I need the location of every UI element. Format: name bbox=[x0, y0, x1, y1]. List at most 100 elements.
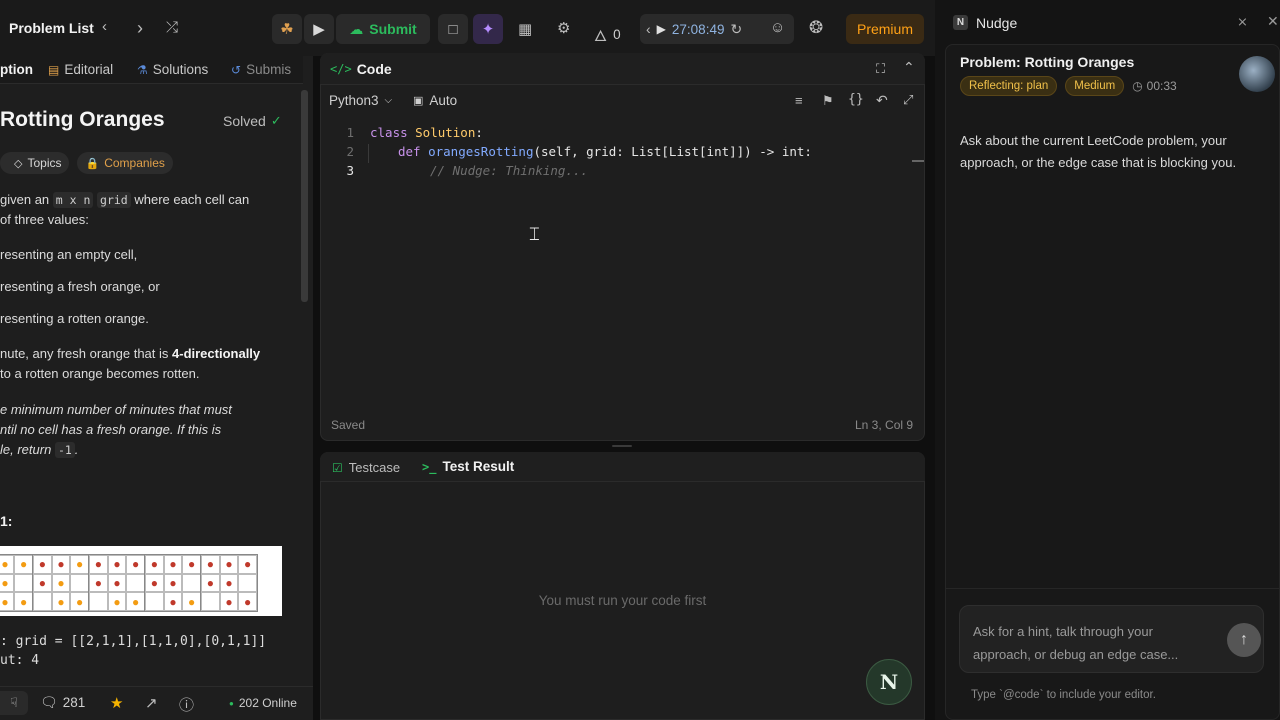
play-icon[interactable]: ▶ bbox=[657, 22, 666, 36]
function-name: orangesRotting bbox=[428, 144, 534, 159]
comment-count: 281 bbox=[62, 695, 86, 710]
expand-icon[interactable]: ⤢ bbox=[903, 92, 913, 108]
nudge-header: N Nudge ⨯ ✕ bbox=[945, 8, 1280, 40]
test-panel bbox=[320, 452, 925, 720]
code-line[interactable]: 2 def orangesRotting (self, grid: List[Li… bbox=[336, 144, 812, 163]
tab-test-result[interactable]: >_ Test Result bbox=[422, 459, 514, 474]
run-button[interactable]: ▶ bbox=[304, 14, 334, 44]
tag-icon: ◇ bbox=[14, 157, 23, 170]
pin-icon[interactable]: ⨯ bbox=[1237, 14, 1248, 30]
nudge-launcher-button[interactable]: N bbox=[866, 659, 912, 705]
tab-description[interactable]: ption bbox=[0, 62, 33, 77]
description-line: e minimum number of minutes that must bbox=[0, 402, 232, 417]
code-line[interactable]: 1 class Solution: bbox=[336, 125, 482, 144]
tab-submissions[interactable]: ↺ Submis bbox=[231, 62, 291, 77]
code-editor-panel bbox=[320, 53, 925, 441]
tab-testcase[interactable]: ☑ Testcase bbox=[332, 460, 400, 475]
premium-button[interactable]: Premium bbox=[846, 14, 924, 44]
dislike-button[interactable]: ☟ bbox=[0, 691, 28, 715]
chevron-up-icon[interactable]: ⌃ bbox=[903, 59, 915, 76]
code-icon: </> bbox=[330, 62, 352, 76]
problem-list-link[interactable]: Problem List bbox=[9, 20, 94, 36]
chevron-left-icon[interactable]: ‹ bbox=[102, 18, 107, 35]
braces-icon[interactable]: {} bbox=[848, 92, 864, 107]
tab-solutions[interactable]: ⚗ Solutions bbox=[137, 62, 208, 77]
save-status: Saved bbox=[331, 418, 366, 432]
avatar[interactable]: ❂ bbox=[809, 18, 823, 38]
class-name: Solution bbox=[415, 125, 476, 140]
rotten-orange-cell: ● bbox=[107, 573, 127, 593]
fresh-orange-cell: ● bbox=[0, 592, 15, 611]
language-select[interactable]: Python3 ⌵ bbox=[329, 93, 392, 108]
debug-button[interactable]: ☘ bbox=[272, 14, 302, 44]
tab-label: Testcase bbox=[348, 460, 401, 475]
bookmark-icon[interactable]: ⚑ bbox=[822, 93, 834, 109]
companies-chip[interactable]: 🔒 Companies bbox=[77, 152, 173, 174]
problem-title[interactable]: Rotting Oranges bbox=[0, 108, 165, 132]
submit-button[interactable]: ☁ Submit bbox=[336, 14, 430, 44]
empty-cell bbox=[89, 592, 108, 611]
code-line[interactable]: 3 // Nudge: Thinking... bbox=[336, 163, 588, 182]
star-icon[interactable]: ★ bbox=[110, 694, 123, 712]
premium-label: Premium bbox=[856, 21, 913, 37]
text-cursor-icon: ⌶ bbox=[529, 224, 540, 244]
chevron-left-icon[interactable]: ‹ bbox=[646, 21, 651, 37]
fresh-orange-cell: ● bbox=[126, 592, 145, 611]
streak-counter[interactable]: 🜂 0 bbox=[594, 19, 621, 50]
maximize-icon[interactable]: ⛶ bbox=[876, 61, 885, 77]
nudge-logo-icon: N bbox=[953, 15, 968, 30]
keyword: class bbox=[370, 125, 416, 140]
send-button[interactable]: ↑ bbox=[1227, 623, 1261, 657]
input-hint: Type `@code` to include your editor. bbox=[971, 689, 1156, 701]
format-icon[interactable]: ≡ bbox=[795, 93, 803, 108]
shuffle-icon[interactable]: ⤮ bbox=[166, 19, 178, 36]
auto-mode-toggle[interactable]: ▣ Auto bbox=[413, 93, 457, 108]
left-tab-bar: ption ▤ Editorial ⚗ Solutions ↺ Submis bbox=[0, 56, 303, 84]
arrow-up-icon: ↑ bbox=[1240, 631, 1248, 648]
resize-handle[interactable] bbox=[612, 445, 632, 447]
reset-icon[interactable]: ↻ bbox=[730, 21, 742, 38]
language-value: Python3 bbox=[329, 93, 379, 108]
example-image: ●●●●●●●●●●●●●●●●●●●●●●●●●●●●●●●●●●● bbox=[0, 546, 282, 616]
rotten-orange-cell: ● bbox=[33, 555, 52, 574]
fresh-orange-cell: ● bbox=[14, 555, 33, 574]
layout-icon[interactable]: ▦ bbox=[518, 20, 532, 38]
ai-button[interactable]: ✦ bbox=[473, 14, 503, 44]
notes-button[interactable]: □ bbox=[438, 14, 468, 44]
chat-input[interactable]: Ask for a hint, talk through your approa… bbox=[959, 605, 1264, 673]
help-icon[interactable]: ⓘ bbox=[179, 694, 194, 715]
check-circle-icon: ✓ bbox=[270, 113, 282, 128]
comment-icon: 🗨 bbox=[40, 694, 58, 710]
fresh-orange-cell: ● bbox=[70, 555, 89, 574]
indent-guide bbox=[368, 144, 398, 163]
ghost-comment: // Nudge: Thinking... bbox=[430, 163, 589, 178]
placeholder-line: Ask for a hint, talk through your bbox=[973, 624, 1153, 639]
chevron-right-icon[interactable]: › bbox=[137, 18, 143, 39]
divider bbox=[945, 588, 1280, 589]
rotten-orange-cell: ● bbox=[89, 573, 108, 593]
topics-chip[interactable]: ◇ Topics bbox=[0, 152, 70, 174]
cursor-position: Ln 3, Col 9 bbox=[855, 418, 914, 432]
tab-code[interactable]: </> Code bbox=[330, 61, 392, 77]
nudge-intro-message: Ask about the current LeetCode problem, … bbox=[960, 130, 1236, 174]
close-icon[interactable]: ✕ bbox=[1267, 13, 1279, 30]
description-line: resenting a fresh orange, or bbox=[0, 279, 160, 294]
online-status: ● 202 Online bbox=[229, 696, 297, 710]
description-line: ntil no cell has a fresh orange. If this… bbox=[0, 422, 222, 437]
play-icon: ▶ bbox=[313, 21, 325, 38]
tab-editorial[interactable]: ▤ Editorial bbox=[48, 62, 113, 77]
undo-icon[interactable]: ↶ bbox=[876, 92, 888, 109]
rotten-orange-cell: ● bbox=[219, 555, 239, 574]
rotten-orange-cell: ● bbox=[163, 592, 183, 611]
rotten-orange-cell: ● bbox=[182, 555, 201, 574]
description-scrollbar[interactable] bbox=[301, 90, 308, 302]
comments-button[interactable]: 🗨 281 bbox=[40, 694, 85, 711]
description-line: le, return -1. bbox=[0, 440, 78, 460]
elapsed-value: 00:33 bbox=[1146, 79, 1177, 93]
text: . bbox=[74, 442, 79, 457]
add-user-icon[interactable]: ☺ bbox=[770, 19, 785, 36]
example-grid-state: ●●●●●●● bbox=[32, 554, 90, 612]
share-icon[interactable]: ↗ bbox=[145, 694, 158, 712]
gear-icon[interactable]: ⚙ bbox=[557, 19, 570, 37]
